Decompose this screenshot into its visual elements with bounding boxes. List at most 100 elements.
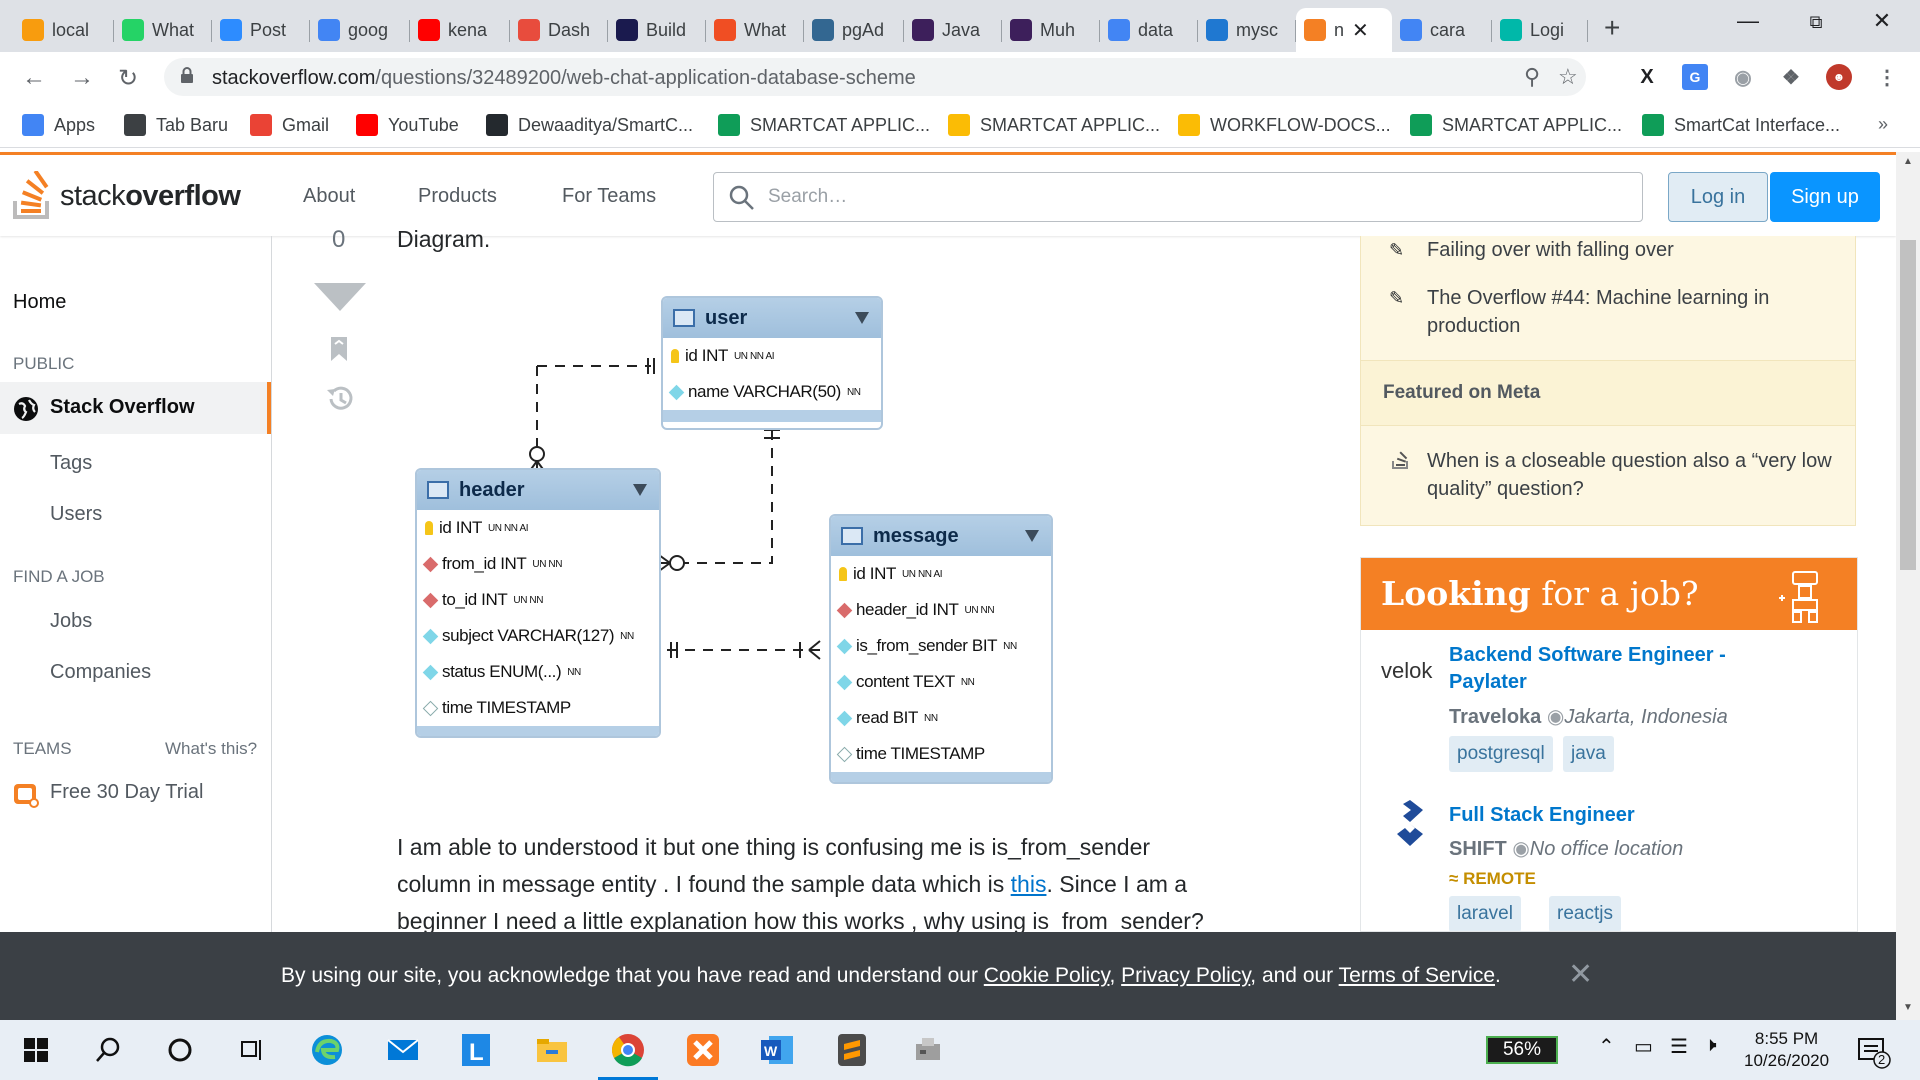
battery-indicator[interactable]: 56% [1486,1036,1558,1064]
cookie-close-icon[interactable]: ✕ [1568,957,1593,992]
nav-jobs[interactable]: Jobs [50,610,92,633]
zoom-icon[interactable]: ⚲ [1524,64,1540,90]
scroll-down-icon[interactable]: ▼ [1903,1002,1913,1013]
page-scrollbar[interactable]: ▲ ▼ [1896,152,1920,1020]
nav-about[interactable]: About [303,185,355,208]
bookmark-icon[interactable] [330,336,348,362]
bookmark-item[interactable]: SMARTCAT APPLIC... [718,114,930,136]
browser-tab[interactable]: data [1100,8,1198,52]
stackoverflow-logo[interactable]: stackoverflow [12,171,241,221]
scroll-thumb[interactable] [1900,240,1916,570]
browser-tab[interactable]: Logi [1492,8,1588,52]
tray-chevron-icon[interactable]: ⌃ [1598,1034,1615,1059]
x-extension-icon[interactable]: X [1634,64,1660,90]
browser-tab[interactable]: Muh [1002,8,1100,52]
xampp-icon[interactable] [683,1030,723,1070]
collapse-triangle-icon[interactable] [855,312,869,324]
sublime-icon[interactable] [832,1030,872,1070]
nav-for-teams[interactable]: For Teams [562,185,656,208]
task-view-icon[interactable] [232,1030,272,1070]
restore-icon[interactable]: ⧉ [1786,12,1846,33]
job-title[interactable]: Full Stack Engineer [1449,802,1635,829]
bookmark-item[interactable]: SMARTCAT APPLIC... [948,114,1160,136]
signup-button[interactable]: Sign up [1770,172,1880,222]
browser-tab[interactable]: pgAd [804,8,904,52]
browser-tab[interactable]: What [114,8,212,52]
bookmark-item[interactable]: YouTube [356,114,459,136]
search-taskbar-icon[interactable] [88,1030,128,1070]
bookmark-item[interactable]: Tab Baru [124,114,228,136]
browser-tab[interactable]: mysc [1198,8,1296,52]
profile-avatar[interactable]: ☻ [1826,64,1852,90]
cookie-policy-link[interactable]: Cookie Policy [984,964,1110,987]
tag-laravel[interactable]: laravel [1449,896,1521,931]
record-icon[interactable]: ◉ [1730,64,1756,90]
browser-tab[interactable]: goog [310,8,410,52]
tag-postgresql[interactable]: postgresql [1449,736,1553,772]
windows-start-icon[interactable] [16,1030,56,1070]
bookmark-item[interactable]: Gmail [250,114,329,136]
free-trial-link[interactable]: Free 30 Day Trial [50,781,203,804]
utility-app-icon[interactable] [908,1030,948,1070]
omnibox[interactable]: stackoverflow.com/questions/32489200/web… [164,58,1586,96]
mail-icon[interactable] [383,1030,423,1070]
job-title[interactable]: Backend Software Engineer - Paylater [1449,642,1809,696]
bookmarks-overflow-icon[interactable]: » [1878,114,1888,135]
extensions-puzzle-icon[interactable]: ❖ [1778,64,1804,90]
browser-tab[interactable]: What [706,8,804,52]
browser-tab[interactable]: Java [904,8,1002,52]
collapse-triangle-icon[interactable] [1025,530,1039,542]
bookmark-item[interactable]: SMARTCAT APPLIC... [1410,114,1622,136]
nav-companies[interactable]: Companies [50,661,151,684]
browser-tab[interactable]: kena [410,8,510,52]
volume-icon[interactable]: 🕨 [1704,1034,1717,1057]
tag-java[interactable]: java [1563,736,1614,772]
browser-tab[interactable]: local [14,8,114,52]
history-icon[interactable] [324,384,356,414]
sample-data-link[interactable]: this [1011,871,1047,897]
menu-kebab-icon[interactable]: ⋮ [1874,64,1900,90]
login-button[interactable]: Log in [1668,172,1768,222]
browser-tab[interactable]: n ✕ [1296,8,1392,52]
privacy-policy-link[interactable]: Privacy Policy [1121,964,1250,987]
tag-reactjs[interactable]: reactjs [1549,896,1621,931]
browser-tab[interactable]: Build [608,8,706,52]
minimize-icon[interactable]: — [1718,8,1778,34]
wifi-icon[interactable]: ☰ [1670,1034,1688,1059]
meta-item[interactable]: When is a closeable question also a “ver… [1389,447,1839,503]
scroll-up-icon[interactable]: ▲ [1903,156,1913,167]
job-listing[interactable]: Full Stack Engineer SHIFT ◉No office loc… [1361,790,1857,931]
search-input[interactable]: Search… [713,172,1643,222]
blog-item[interactable]: ✎ Failing over with falling over [1389,236,1829,264]
blog-item[interactable]: ✎ The Overflow #44: Machine learning in p… [1389,284,1829,340]
chrome-icon[interactable] [608,1030,648,1070]
translate-icon[interactable]: G [1682,64,1708,90]
bookmark-item[interactable]: Dewaaditya/SmartC... [486,114,693,136]
nav-stack-overflow[interactable]: Stack Overflow [0,382,271,434]
job-listing[interactable]: velok Backend Software Engineer - Paylat… [1361,630,1857,790]
close-window-icon[interactable]: ✕ [1852,8,1912,34]
word-icon[interactable]: W [757,1030,797,1070]
nav-users[interactable]: Users [50,503,102,526]
edge-icon[interactable] [307,1030,347,1070]
bookmark-item[interactable]: WORKFLOW-DOCS... [1178,114,1391,136]
downvote-icon[interactable] [314,283,366,311]
nav-products[interactable]: Products [418,185,497,208]
bookmark-item[interactable]: Apps [22,114,95,136]
l-app-icon[interactable]: L [456,1030,496,1070]
nav-tags[interactable]: Tags [50,452,92,475]
browser-tab[interactable]: Post [212,8,310,52]
nav-home[interactable]: Home [13,291,66,314]
collapse-triangle-icon[interactable] [633,484,647,496]
bookmark-item[interactable]: SmartCat Interface... [1642,114,1840,136]
file-explorer-icon[interactable] [532,1030,572,1070]
back-icon[interactable]: ← [22,64,46,92]
cortana-icon[interactable] [160,1030,200,1070]
clock[interactable]: 8:55 PM 10/26/2020 [1744,1028,1829,1072]
browser-tab[interactable]: Dash [510,8,608,52]
battery-icon[interactable]: ▭ [1634,1034,1653,1059]
star-icon[interactable]: ☆ [1558,64,1578,90]
reload-icon[interactable]: ↻ [118,64,138,93]
browser-tab[interactable]: cara [1392,8,1492,52]
notification-center-icon[interactable] [1856,1036,1892,1070]
